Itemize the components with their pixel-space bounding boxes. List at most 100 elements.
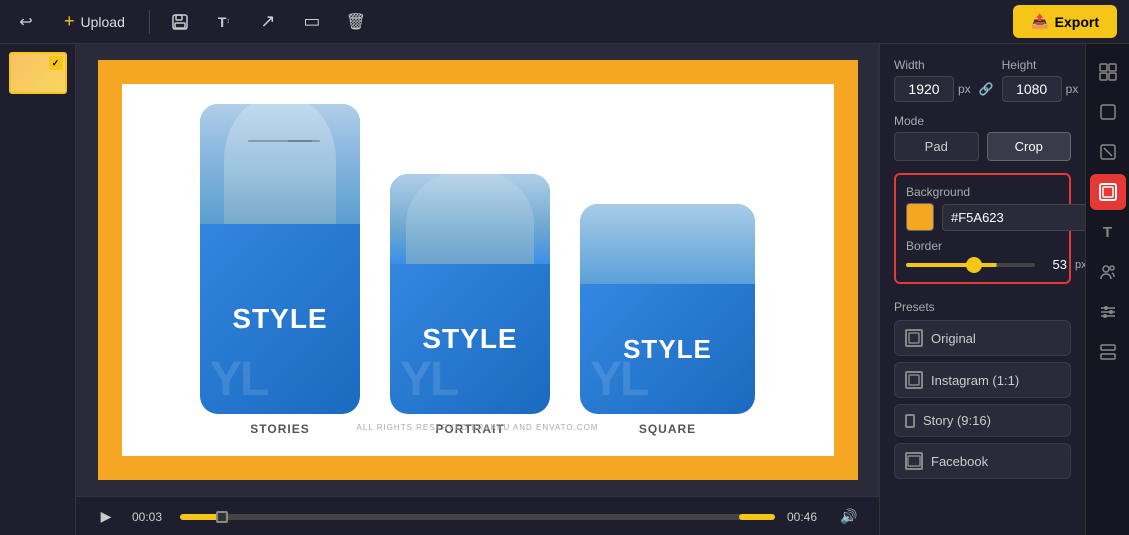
border-slider[interactable] (906, 263, 1035, 267)
timeline-end: 00:46 (787, 510, 823, 524)
portrait-photo (390, 174, 550, 264)
preset-story-button[interactable]: Story (9:16) (894, 404, 1071, 437)
mode-section: Mode Pad Crop (894, 114, 1071, 161)
preset-instagram-icon (905, 371, 923, 389)
export-button[interactable]: 📤 Export (1013, 5, 1117, 38)
timeline: ▶ 00:03 00:46 🔊 (76, 496, 879, 535)
width-group: Width px (894, 58, 971, 102)
dimensions-section: Width px 🔗 Height px (894, 58, 1071, 102)
background-section: Background Border 53 px (894, 173, 1071, 284)
width-unit: px (958, 82, 971, 96)
volume-button[interactable]: 🔊 (835, 503, 863, 531)
rect-icon[interactable]: ▭ (298, 8, 326, 36)
preset-original-button[interactable]: Original (894, 320, 1071, 356)
presets-list: Original Instagram (1:1) Story (9:16) (894, 320, 1071, 479)
stories-photo (200, 104, 360, 224)
portrait-style-text: STYLE (422, 323, 517, 355)
timeline-playhead[interactable] (216, 511, 228, 523)
crop-button[interactable]: Crop (987, 132, 1072, 161)
frame-icon-button[interactable] (1090, 174, 1126, 210)
preset-story-icon (905, 414, 915, 428)
height-input[interactable] (1002, 76, 1062, 102)
preset-original-icon (905, 329, 923, 347)
export-icon: 📤 (1031, 13, 1048, 30)
height-unit: px (1066, 82, 1079, 96)
sliders-icon-button[interactable] (1090, 294, 1126, 330)
border-value: 53 (1043, 257, 1067, 272)
grid-icon-button[interactable] (1090, 54, 1126, 90)
crop-icon-button[interactable] (1090, 134, 1126, 170)
color-hex-input[interactable] (942, 204, 1085, 231)
width-input[interactable] (894, 76, 954, 102)
right-panel: Width px 🔗 Height px (879, 44, 1129, 535)
width-label: Width (894, 58, 971, 72)
mode-buttons: Pad Crop (894, 132, 1071, 161)
portrait-watermark: YL (400, 356, 457, 404)
left-panel: ✓ (0, 44, 76, 535)
slider-row: 53 px (906, 257, 1059, 272)
toolbar-divider-1 (149, 10, 150, 34)
more-icon-button[interactable] (1090, 334, 1126, 370)
timeline-bar[interactable] (180, 514, 775, 520)
preset-instagram-label: Instagram (1:1) (931, 373, 1019, 388)
timeline-start: 00:03 (132, 510, 168, 524)
presets-label: Presets (894, 300, 1071, 314)
mode-label: Mode (894, 114, 1071, 128)
thumbnail-check: ✓ (49, 56, 63, 70)
dimension-group: Width px 🔗 Height px (894, 58, 1071, 102)
cards-row: YL STYLE STORIES (200, 104, 755, 436)
preset-facebook-button[interactable]: Facebook (894, 443, 1071, 479)
width-field: px (894, 76, 971, 102)
stories-bottom: YL STYLE (200, 224, 360, 414)
square-column: YL STYLE SQUARE (580, 204, 755, 436)
timeline-fill-right (739, 514, 775, 520)
main-area: ✓ (0, 44, 1129, 535)
stories-watermark: YL (210, 356, 267, 404)
border-unit: px (1075, 259, 1085, 271)
text-icon-button[interactable]: T (1090, 214, 1126, 250)
stories-card: YL STYLE (200, 104, 360, 414)
square-style-text: STYLE (623, 334, 712, 365)
preset-story-label: Story (9:16) (923, 413, 991, 428)
preset-instagram-button[interactable]: Instagram (1:1) (894, 362, 1071, 398)
presets-section: Presets Original Instagram (1:1) (894, 296, 1071, 485)
link-dimensions-icon[interactable]: 🔗 (979, 82, 994, 96)
undo-button[interactable]: ↩ (12, 8, 40, 36)
background-row (906, 203, 1059, 231)
preset-facebook-icon (905, 452, 923, 470)
save-icon[interactable] (166, 8, 194, 36)
canvas-area: YL STYLE STORIES (76, 44, 879, 496)
plus-icon: + (64, 11, 75, 32)
portrait-column: YL STYLE PORTRAIT (390, 174, 550, 436)
text-icon[interactable]: T↕ (210, 8, 238, 36)
background-label: Background (906, 185, 1059, 199)
upload-label: Upload (81, 14, 125, 30)
play-button[interactable]: ▶ (92, 503, 120, 531)
stories-label: STORIES (250, 422, 309, 436)
thumbnail-1[interactable]: ✓ (9, 52, 67, 94)
stories-style-text: STYLE (232, 303, 327, 335)
pad-button[interactable]: Pad (894, 132, 979, 161)
right-controls: Width px 🔗 Height px (880, 44, 1085, 535)
square-bottom: YL STYLE (580, 284, 755, 414)
height-label: Height (1002, 58, 1079, 72)
layers-icon-button[interactable] (1090, 94, 1126, 130)
trash-icon[interactable]: 🗑 (342, 8, 370, 36)
people-icon-button[interactable] (1090, 254, 1126, 290)
portrait-bottom: YL STYLE (390, 264, 550, 414)
canvas-column: YL STYLE STORIES (76, 44, 879, 535)
stories-column: YL STYLE STORIES (200, 104, 360, 436)
portrait-card: YL STYLE (390, 174, 550, 414)
arrow-icon[interactable]: ↗ (254, 8, 282, 36)
canvas-frame: YL STYLE STORIES (98, 60, 858, 480)
icon-bar: T (1085, 44, 1129, 535)
height-group: Height px (1002, 58, 1079, 102)
height-field: px (1002, 76, 1079, 102)
upload-button[interactable]: + Upload (56, 7, 133, 36)
export-label: Export (1055, 14, 1099, 30)
color-swatch[interactable] (906, 203, 934, 231)
canvas-content: YL STYLE STORIES (122, 84, 834, 456)
toolbar: ↩ + Upload T↕ ↗ ▭ 🗑 📤 Export (0, 0, 1129, 44)
square-card: YL STYLE (580, 204, 755, 414)
border-label: Border (906, 239, 1059, 253)
